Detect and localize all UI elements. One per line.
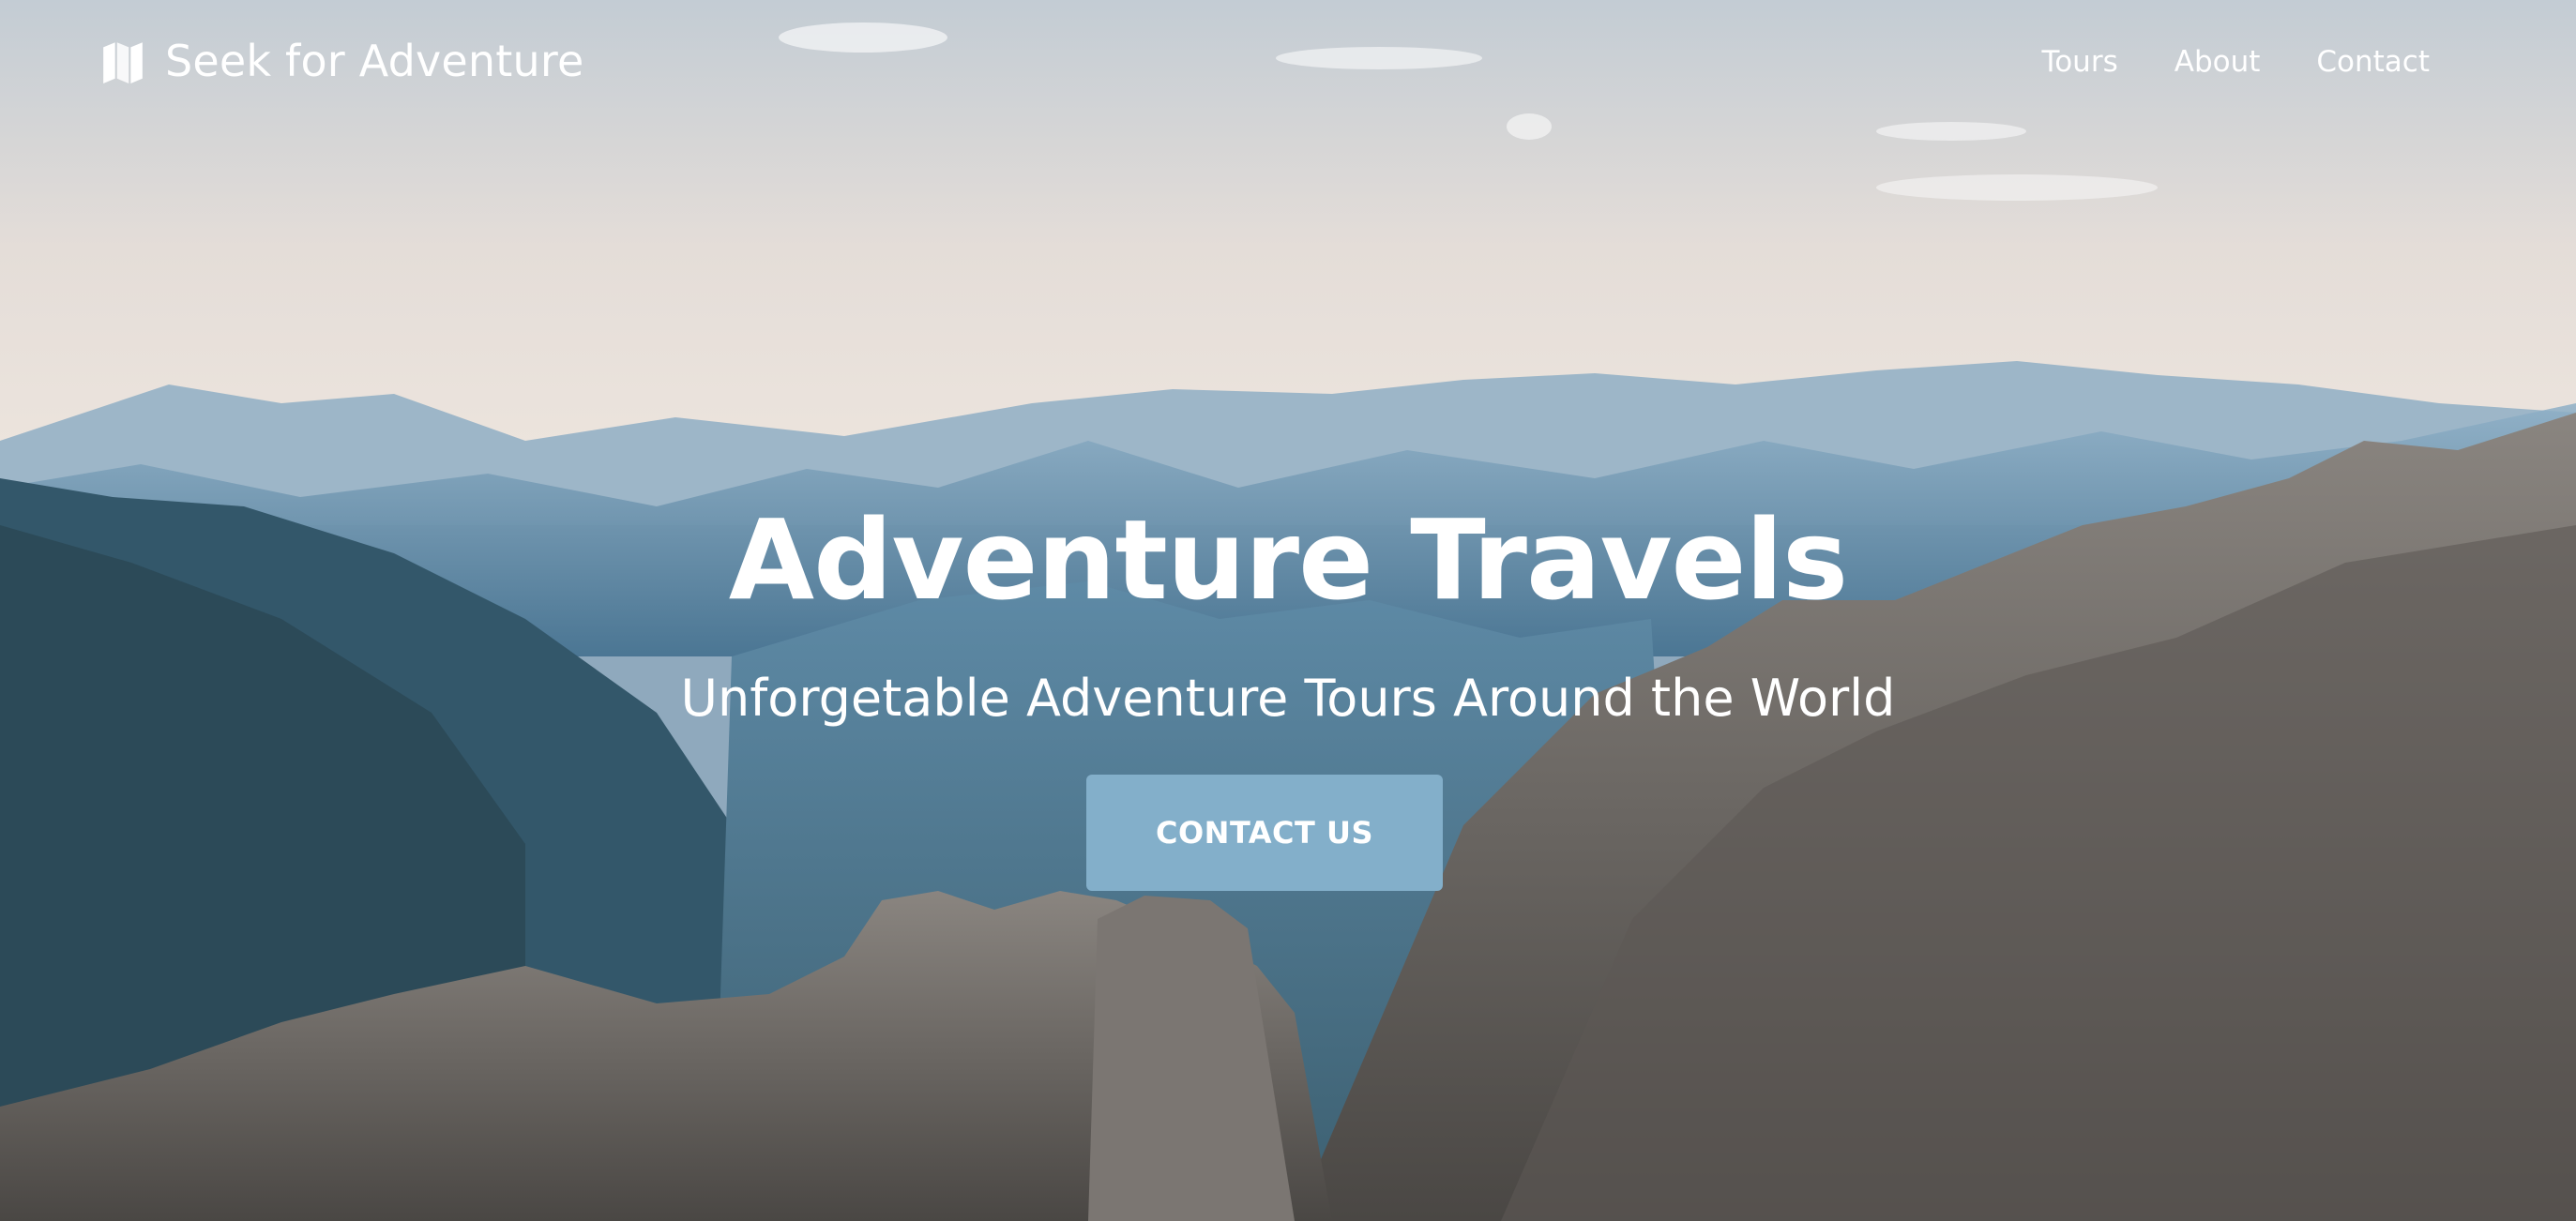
main-nav: Tours About Contact: [2042, 45, 2430, 79]
nav-about-link[interactable]: About: [2174, 45, 2261, 79]
contact-us-button[interactable]: CONTACT US: [1086, 775, 1443, 891]
map-icon: [103, 42, 143, 83]
hero-title: Adventure Travels: [728, 495, 1848, 625]
brand-logo-link[interactable]: Seek for Adventure: [99, 36, 583, 86]
hero-section: Seek for Adventure Tours About Contact A…: [0, 0, 2576, 1221]
brand-name: Seek for Adventure: [165, 36, 584, 86]
hero-subtitle: Unforgetable Adventure Tours Around the …: [680, 669, 1896, 728]
nav-contact-link[interactable]: Contact: [2316, 45, 2430, 79]
nav-tours-link[interactable]: Tours: [2042, 45, 2118, 79]
